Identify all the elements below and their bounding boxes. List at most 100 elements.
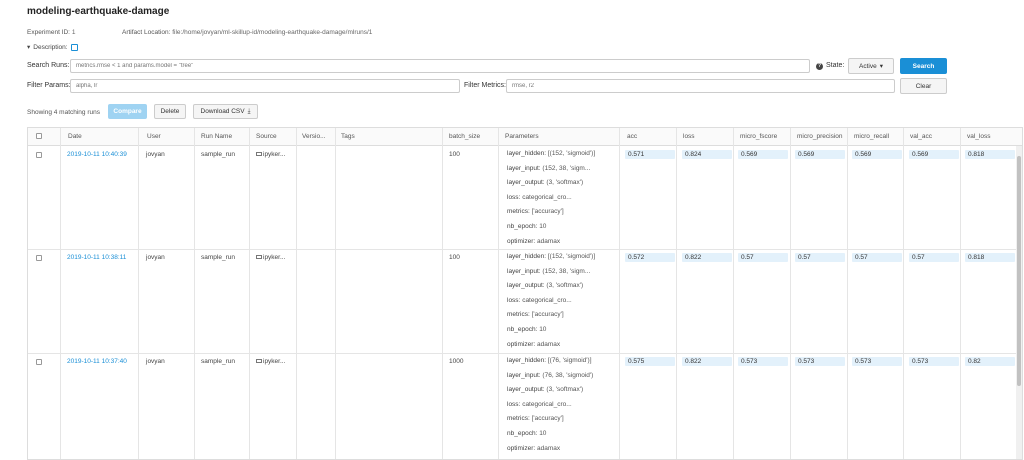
col-acc[interactable]: acc <box>627 133 637 140</box>
param-key: metrics: <box>507 311 530 319</box>
metric-val-loss: 0.82 <box>965 357 1015 366</box>
param-key: optimizer: <box>507 444 536 452</box>
col-run-name[interactable]: Run Name <box>201 133 232 140</box>
param-value: ['accuracy'] <box>531 311 564 319</box>
param-value: ['accuracy'] <box>531 208 564 216</box>
run-date-link[interactable]: 2019-10-11 10:37:40 <box>67 358 127 365</box>
col-date[interactable]: Date <box>68 133 82 140</box>
run-user: jovyan <box>146 151 165 158</box>
search-runs-label: Search Runs: <box>27 62 70 69</box>
table-row: 2019-10-11 10:40:39 jovyan sample_run ipyke… <box>28 147 1022 250</box>
param-entry: layer_hidden: [(76, 'sigmoid')] <box>507 357 592 364</box>
run-source[interactable]: ipyker... <box>256 151 285 158</box>
search-button[interactable]: Search <box>900 58 947 74</box>
col-tags[interactable]: Tags <box>341 133 355 140</box>
column-divider <box>442 128 443 459</box>
clear-button[interactable]: Clear <box>900 78 947 94</box>
column-divider <box>60 128 61 459</box>
param-entry: layer_output: (3, 'softmax') <box>507 282 583 289</box>
scrollbar-thumb[interactable] <box>1017 156 1021 386</box>
run-source[interactable]: ipyker... <box>256 358 285 365</box>
metric-micro-fscore: 0.573 <box>738 357 788 366</box>
col-micro-precision[interactable]: micro_precision <box>797 133 843 140</box>
run-date-link[interactable]: 2019-10-11 10:40:39 <box>67 151 127 158</box>
metric-loss: 0.824 <box>682 150 732 159</box>
param-entry: optimizer: adamax <box>507 238 560 245</box>
filter-metrics-input[interactable] <box>506 79 895 93</box>
param-entry: layer_input: (152, 38, 'sigm... <box>507 165 590 172</box>
col-micro-fscore[interactable]: micro_fscore <box>740 133 777 140</box>
metric-val-acc: 0.573 <box>909 357 959 366</box>
artifact-location: Artifact Location: file:/home/jovyan/ml-… <box>122 29 373 36</box>
runs-table: Date User Run Name Source Versio... Tags… <box>27 127 1023 460</box>
col-version[interactable]: Versio... <box>302 133 325 140</box>
metric-micro-precision: 0.57 <box>795 253 845 262</box>
notebook-icon <box>256 255 262 260</box>
param-entry: metrics: ['accuracy'] <box>507 415 564 422</box>
col-val-acc[interactable]: val_acc <box>910 133 932 140</box>
run-date-link[interactable]: 2019-10-11 10:38:11 <box>67 254 126 261</box>
param-value: categorical_cro... <box>522 400 572 408</box>
column-divider <box>249 128 250 459</box>
column-divider <box>296 128 297 459</box>
row-checkbox[interactable] <box>36 255 42 261</box>
vertical-scrollbar[interactable] <box>1016 146 1022 459</box>
row-checkbox[interactable] <box>36 152 42 158</box>
col-source[interactable]: Source <box>256 133 277 140</box>
column-divider <box>138 128 139 459</box>
param-entry: loss: categorical_cro... <box>507 194 572 201</box>
caret-down-icon: ▾ <box>27 44 31 51</box>
select-all-checkbox[interactable] <box>36 133 42 139</box>
param-key: optimizer: <box>507 340 536 348</box>
param-entry: layer_input: (152, 38, 'sigm... <box>507 268 590 275</box>
param-key: metrics: <box>507 415 530 423</box>
param-value: adamax <box>537 444 561 452</box>
param-entry: layer_input: (76, 38, 'sigmoid') <box>507 372 593 379</box>
param-key: loss: <box>507 193 521 201</box>
filter-params-input[interactable] <box>70 79 460 93</box>
col-batch-size[interactable]: batch_size <box>449 133 480 140</box>
col-loss[interactable]: loss <box>683 133 695 140</box>
metric-micro-fscore: 0.57 <box>738 253 788 262</box>
run-source[interactable]: ipyker... <box>256 254 285 261</box>
param-key: nb_epoch: <box>507 326 538 333</box>
description-toggle[interactable]: ▾ Description: <box>27 43 78 51</box>
help-icon[interactable]: ? <box>816 63 823 70</box>
run-name: sample_run <box>201 254 235 261</box>
row-checkbox[interactable] <box>36 359 42 365</box>
metric-val-loss: 0.818 <box>965 150 1015 159</box>
search-runs-input[interactable] <box>70 59 810 73</box>
param-entry: layer_hidden: [(152, 'sigmoid')] <box>507 253 595 260</box>
col-parameters[interactable]: Parameters <box>505 133 539 140</box>
edit-icon[interactable] <box>70 43 78 51</box>
experiment-id: Experiment ID: 1 <box>27 29 76 36</box>
param-entry: layer_output: (3, 'softmax') <box>507 386 583 393</box>
col-val-loss[interactable]: val_loss <box>967 133 990 140</box>
param-value: categorical_cro... <box>522 296 572 304</box>
metric-micro-fscore: 0.569 <box>738 150 788 159</box>
table-row: 2019-10-11 10:37:40 jovyan sample_run ipyke… <box>28 354 1022 459</box>
metric-loss: 0.822 <box>682 357 732 366</box>
state-dropdown[interactable]: Active ▾ <box>848 58 894 74</box>
metric-micro-precision: 0.573 <box>795 357 845 366</box>
page-title: modeling-earthquake-damage <box>27 6 170 17</box>
param-value: adamax <box>537 340 561 348</box>
param-key: loss: <box>507 296 521 304</box>
metric-val-loss: 0.818 <box>965 253 1015 262</box>
param-entry: metrics: ['accuracy'] <box>507 311 564 318</box>
delete-button[interactable]: Delete <box>154 104 186 119</box>
param-entry: loss: categorical_cro... <box>507 297 572 304</box>
metric-val-acc: 0.569 <box>909 150 959 159</box>
compare-button[interactable]: Compare <box>108 104 147 119</box>
param-key: layer_output: <box>507 179 545 187</box>
param-entry: loss: categorical_cro... <box>507 401 572 408</box>
metric-micro-precision: 0.569 <box>795 150 845 159</box>
col-user[interactable]: User <box>147 133 161 140</box>
col-micro-recall[interactable]: micro_recall <box>854 133 889 140</box>
matching-runs-count: Showing 4 matching runs <box>27 109 100 116</box>
filter-metrics-label: Filter Metrics: <box>464 82 506 89</box>
table-row: 2019-10-11 10:38:11 jovyan sample_run ipyke… <box>28 250 1022 354</box>
param-key: loss: <box>507 400 521 408</box>
param-key: layer_output: <box>507 386 545 394</box>
download-csv-button[interactable]: Download CSV ⤓ <box>193 104 258 119</box>
